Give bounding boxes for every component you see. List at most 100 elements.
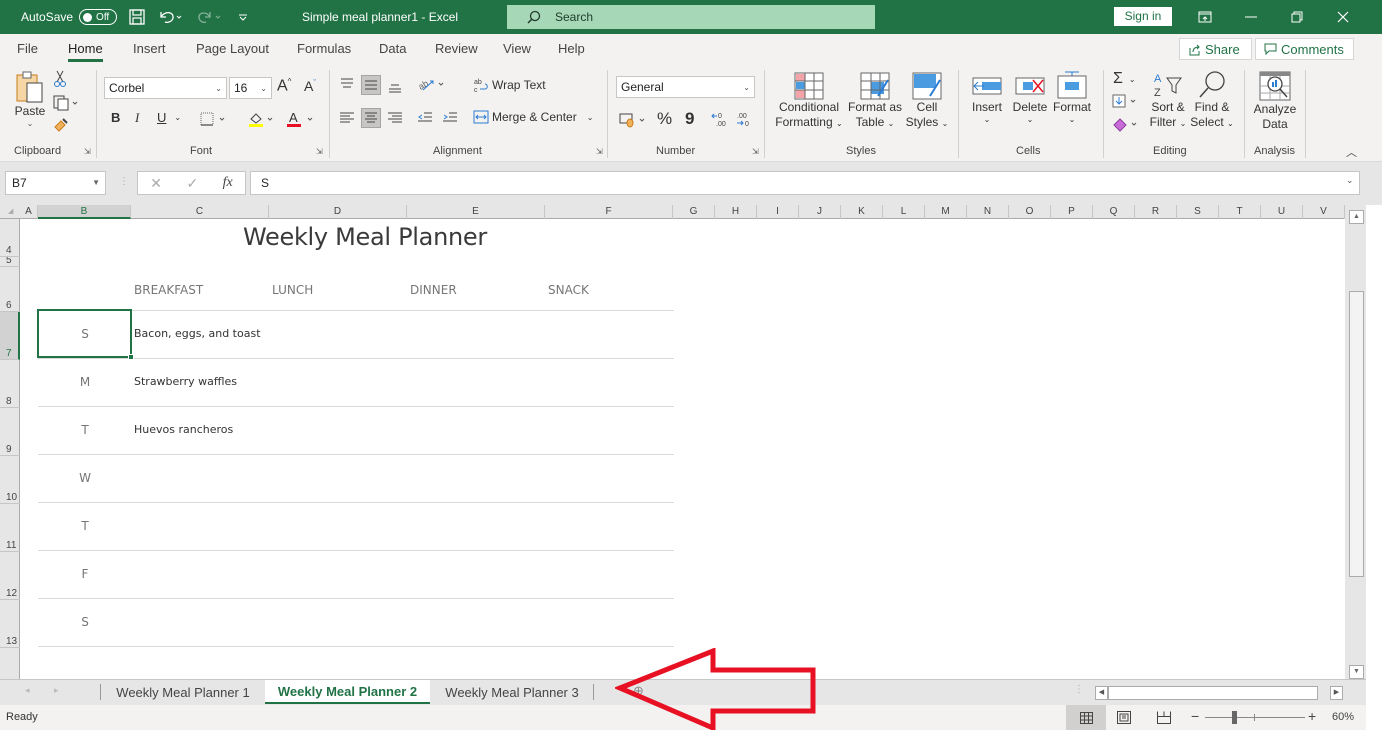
copy-button[interactable] bbox=[53, 95, 79, 111]
find-select-button[interactable]: Find & Select ⌄ bbox=[1190, 70, 1234, 131]
column-header-q[interactable]: Q bbox=[1093, 205, 1135, 219]
comma-style-button[interactable]: 9 bbox=[685, 109, 694, 129]
column-header-p[interactable]: P bbox=[1051, 205, 1093, 219]
insert-cells-button[interactable]: Insert ⌄ bbox=[967, 72, 1007, 124]
accounting-format-button[interactable] bbox=[619, 112, 649, 128]
scroll-tabs-right-icon[interactable]: ▸ bbox=[54, 685, 59, 696]
font-launcher-icon[interactable]: ⇲ bbox=[316, 147, 323, 156]
row-header-9[interactable]: 9 bbox=[0, 408, 20, 456]
breakfast-cell[interactable]: Strawberry waffles bbox=[134, 375, 237, 388]
format-cells-button[interactable]: Format ⌄ bbox=[1051, 70, 1093, 124]
new-sheet-button[interactable]: ⊕ bbox=[633, 683, 644, 699]
tab-view[interactable]: View bbox=[503, 41, 531, 56]
row-header-4[interactable]: 4 bbox=[0, 219, 20, 257]
borders-button[interactable] bbox=[200, 112, 228, 126]
undo-button[interactable] bbox=[157, 0, 183, 34]
collapse-ribbon-icon[interactable]: ︿ bbox=[1346, 144, 1357, 160]
insert-function-icon[interactable]: fx bbox=[223, 175, 233, 191]
cancel-entry-icon[interactable]: ✕ bbox=[150, 175, 162, 192]
row-header-8[interactable]: 8 bbox=[0, 360, 20, 408]
horizontal-scroll-thumb[interactable] bbox=[1108, 686, 1318, 700]
font-size-combo[interactable]: 16 ⌄ bbox=[229, 77, 272, 99]
confirm-entry-icon[interactable]: ✓ bbox=[186, 175, 198, 192]
number-format-combo[interactable]: General ⌄ bbox=[616, 76, 755, 98]
day-label[interactable]: W bbox=[38, 471, 132, 485]
column-header-r[interactable]: R bbox=[1135, 205, 1177, 219]
font-name-combo[interactable]: Corbel ⌄ bbox=[104, 77, 227, 99]
italic-button[interactable]: I bbox=[135, 110, 139, 126]
vertical-scroll-thumb[interactable] bbox=[1349, 291, 1364, 577]
day-label[interactable]: M bbox=[38, 375, 132, 389]
tab-data[interactable]: Data bbox=[379, 41, 406, 56]
page-break-view-button[interactable] bbox=[1157, 711, 1171, 727]
breakfast-cell[interactable]: Bacon, eggs, and toast bbox=[134, 327, 261, 340]
ribbon-display-options-button[interactable] bbox=[1182, 0, 1228, 34]
column-header-n[interactable]: N bbox=[967, 205, 1009, 219]
delete-cells-button[interactable]: Delete ⌄ bbox=[1010, 72, 1050, 124]
search-box[interactable]: Search bbox=[507, 5, 875, 29]
row-header-6[interactable]: 6 bbox=[0, 267, 20, 312]
column-header-j[interactable]: J bbox=[799, 205, 841, 219]
font-color-button[interactable]: A bbox=[286, 110, 316, 128]
column-header-t[interactable]: T bbox=[1219, 205, 1261, 219]
bold-button[interactable]: B bbox=[111, 110, 120, 125]
align-left-button[interactable] bbox=[339, 111, 355, 125]
day-label[interactable]: F bbox=[38, 567, 132, 581]
decrease-font-size-button[interactable]: Aˇ bbox=[304, 78, 316, 94]
vertical-scrollbar[interactable]: ▲ ▼ bbox=[1345, 205, 1366, 679]
sheet-tab-3[interactable]: Weekly Meal Planner 3 bbox=[431, 680, 593, 704]
increase-indent-button[interactable] bbox=[442, 111, 458, 125]
breakfast-cell[interactable]: Huevos rancheros bbox=[134, 423, 233, 436]
column-header-k[interactable]: K bbox=[841, 205, 883, 219]
clipboard-launcher-icon[interactable]: ⇲ bbox=[84, 147, 91, 156]
zoom-slider-thumb[interactable] bbox=[1232, 711, 1237, 724]
column-header-u[interactable]: U bbox=[1261, 205, 1303, 219]
number-launcher-icon[interactable]: ⇲ bbox=[752, 147, 759, 156]
restore-button[interactable] bbox=[1274, 0, 1320, 34]
name-box[interactable]: B7 ▼ bbox=[5, 171, 106, 195]
column-header-m[interactable]: M bbox=[925, 205, 967, 219]
percent-style-button[interactable]: % bbox=[657, 109, 672, 129]
row-header-11[interactable]: 11 bbox=[0, 504, 20, 552]
clear-button[interactable] bbox=[1112, 116, 1140, 132]
row-header-10[interactable]: 10 bbox=[0, 456, 20, 504]
tab-review[interactable]: Review bbox=[435, 41, 478, 56]
column-header-a[interactable]: A bbox=[20, 205, 38, 219]
column-header-o[interactable]: O bbox=[1009, 205, 1051, 219]
close-button[interactable] bbox=[1320, 0, 1366, 34]
autosave-control[interactable]: AutoSave Off bbox=[21, 0, 118, 34]
column-header-l[interactable]: L bbox=[883, 205, 925, 219]
decrease-decimal-button[interactable]: .00 0 bbox=[735, 110, 755, 128]
scroll-tabs-left-icon[interactable]: ◂ bbox=[25, 685, 30, 696]
sort-filter-button[interactable]: AZ Sort & Filter ⌄ bbox=[1148, 70, 1188, 131]
column-header-i[interactable]: I bbox=[757, 205, 799, 219]
sheet-tab-2[interactable]: Weekly Meal Planner 2 bbox=[265, 680, 430, 704]
tab-file[interactable]: File bbox=[17, 41, 38, 56]
zoom-in-button[interactable]: + bbox=[1308, 708, 1316, 724]
scroll-left-button[interactable]: ◀ bbox=[1095, 686, 1108, 700]
column-header-c[interactable]: C bbox=[131, 205, 269, 219]
paste-button[interactable]: Paste ⌄ bbox=[12, 70, 48, 128]
day-label[interactable]: T bbox=[38, 423, 132, 437]
zoom-level[interactable]: 60% bbox=[1332, 711, 1354, 723]
conditional-formatting-button[interactable]: Conditional Formatting ⌄ bbox=[772, 72, 846, 131]
row-header-5[interactable]: 5 bbox=[0, 257, 20, 267]
day-label[interactable]: S bbox=[38, 615, 132, 629]
tab-home[interactable]: Home bbox=[68, 41, 103, 62]
expand-formula-bar-icon[interactable]: ⌄ bbox=[1346, 175, 1354, 186]
formula-bar-grip-icon[interactable]: ⋮ bbox=[119, 176, 129, 187]
sheet-tab-1[interactable]: Weekly Meal Planner 1 bbox=[101, 680, 265, 704]
bottom-align-button[interactable] bbox=[387, 79, 403, 93]
column-header-v[interactable]: V bbox=[1303, 205, 1345, 219]
autosave-toggle[interactable]: Off bbox=[79, 9, 118, 25]
merge-center-button[interactable]: Merge & Center ⌄ bbox=[473, 110, 593, 124]
tab-formulas[interactable]: Formulas bbox=[297, 41, 351, 56]
column-header-s[interactable]: S bbox=[1177, 205, 1219, 219]
active-cell-selection[interactable] bbox=[37, 309, 134, 360]
tab-help[interactable]: Help bbox=[558, 41, 585, 56]
redo-button[interactable] bbox=[196, 0, 224, 34]
column-header-e[interactable]: E bbox=[407, 205, 545, 219]
share-button[interactable]: Share bbox=[1179, 38, 1252, 60]
format-as-table-button[interactable]: Format as Table ⌄ bbox=[847, 72, 903, 131]
comments-button[interactable]: Comments bbox=[1255, 38, 1354, 60]
